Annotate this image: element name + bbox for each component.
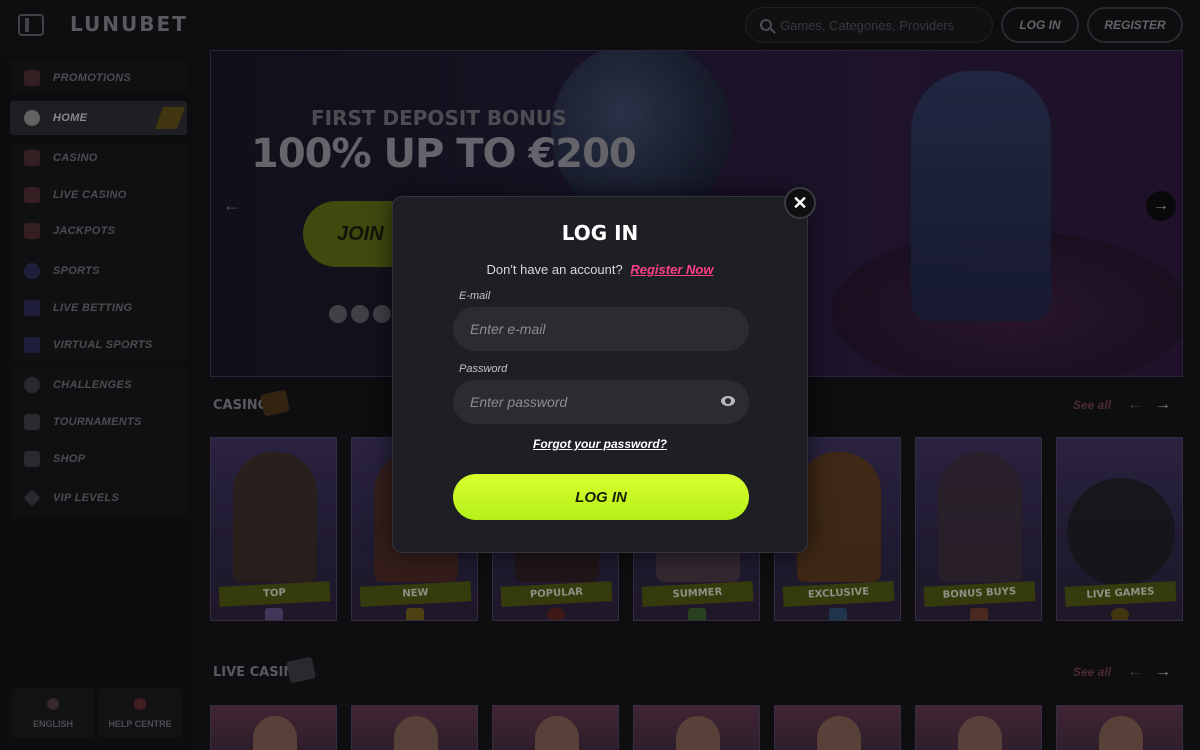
password-input[interactable] [470, 394, 710, 410]
password-label: Password [459, 363, 508, 375]
modal-title: LOG IN [561, 221, 639, 245]
email-input[interactable] [470, 321, 710, 337]
eye-icon[interactable] [721, 396, 735, 406]
close-icon[interactable]: ✕ [784, 187, 816, 219]
register-prompt: Don't have an account? Register Now [393, 262, 807, 277]
no-account-text: Don't have an account? [486, 262, 623, 277]
email-label: E-mail [459, 290, 491, 302]
email-field[interactable] [453, 307, 749, 351]
login-submit-button[interactable]: LOG IN [453, 474, 749, 520]
password-field[interactable] [453, 380, 749, 424]
forgot-password-link[interactable]: Forgot your password? [393, 437, 807, 451]
register-now-link[interactable]: Register Now [630, 262, 713, 277]
login-modal: LOG IN Don't have an account? Register N… [392, 196, 808, 553]
